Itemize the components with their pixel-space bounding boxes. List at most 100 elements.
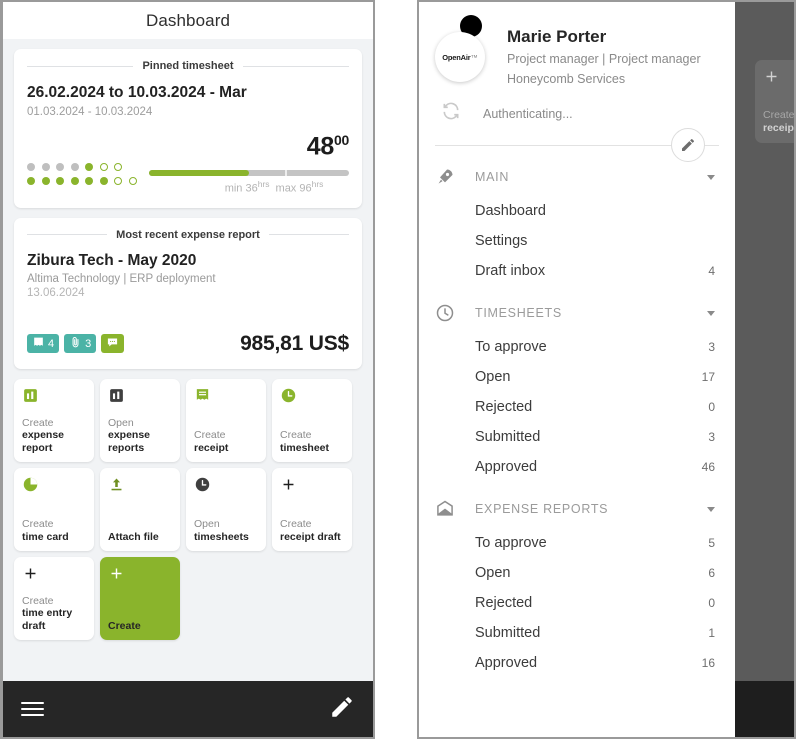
menu-item[interactable]: To approve 5 <box>435 528 719 558</box>
page-title: Dashboard <box>145 10 231 30</box>
app-bar: Dashboard <box>3 2 373 39</box>
recent-expense-report-card[interactable]: Most recent expense report Zibura Tech -… <box>14 217 362 369</box>
tile-label: Create time card <box>22 518 69 544</box>
pie-timer-icon <box>22 476 39 493</box>
hours-min-label: min 36hrs <box>224 179 270 195</box>
menu-item-count: 46 <box>701 460 715 475</box>
menu-item[interactable]: Rejected 0 <box>435 392 719 422</box>
quick-action-tile[interactable]: Create <box>100 556 180 640</box>
quick-action-tile[interactable]: Create timesheet <box>272 378 352 462</box>
tile-label: Create time entry draft <box>22 594 73 633</box>
sync-refresh-icon <box>441 101 461 126</box>
expense-report-date: 13.06.2024 <box>27 286 85 299</box>
openair-logo-text: OpenAir™ <box>442 52 478 62</box>
menu-item[interactable]: To approve 3 <box>435 332 719 362</box>
auth-status-row: Authenticating... <box>441 101 719 126</box>
pinned-timesheet-header-label: Pinned timesheet <box>142 60 234 72</box>
hours-whole: 48 <box>306 132 335 161</box>
menu-item-label: Draft inbox <box>475 263 546 280</box>
quick-action-tile[interactable]: Create receipt draft <box>272 467 352 551</box>
quick-action-tile[interactable]: Open timesheets <box>186 467 266 551</box>
upload-icon <box>108 476 125 493</box>
dimmed-create-receipt-draft-tile: Createreceipt draft <box>755 60 796 143</box>
hamburger-menu-icon[interactable] <box>21 698 44 719</box>
drawer-menu: MAIN Dashboard Settings Draft inbox 4 TIMESHE… <box>419 146 735 678</box>
dashboard-scroll-area[interactable]: Pinned timesheet 26.02.2024 to 10.03.202… <box>3 39 373 681</box>
divider-left <box>27 234 108 236</box>
left-phone-panel: Dashboard Pinned timesheet 26.02.2024 to… <box>0 0 375 739</box>
pinned-timesheet-daterange: 01.03.2024 - 10.03.2024 <box>27 105 153 118</box>
clock-icon <box>194 476 211 493</box>
menu-section-header[interactable]: MAIN <box>435 164 719 190</box>
paperclip-icon <box>69 336 82 352</box>
menu-section-title: MAIN <box>475 170 510 185</box>
day-status-dot <box>114 162 122 171</box>
menu-item-count: 17 <box>701 370 715 385</box>
quick-action-tile[interactable]: Open expense reports <box>100 378 180 462</box>
menu-section-header[interactable]: TIMESHEETS <box>435 300 719 326</box>
menu-section: MAIN Dashboard Settings Draft inbox 4 <box>435 164 719 286</box>
day-status-dots <box>27 162 137 195</box>
day-status-dot <box>56 162 64 171</box>
menu-item[interactable]: Approved 16 <box>435 648 719 678</box>
pinned-timesheet-card[interactable]: Pinned timesheet 26.02.2024 to 10.03.202… <box>14 49 362 208</box>
auth-status-text: Authenticating... <box>483 106 573 121</box>
menu-item-label: Open <box>475 369 511 386</box>
expense-badge: 3 <box>64 334 97 354</box>
tile-label: Createreceipt draft <box>763 109 796 135</box>
day-status-dot <box>41 176 50 185</box>
menu-item[interactable]: Open 17 <box>435 362 719 392</box>
tile-label: Open expense reports <box>108 416 151 455</box>
quick-action-tile[interactable]: Create receipt <box>186 378 266 462</box>
comment-icon <box>106 336 119 352</box>
expense-badge: 4 <box>27 334 60 354</box>
day-status-dot <box>99 176 108 185</box>
menu-item[interactable]: Dashboard <box>435 196 719 226</box>
menu-item-count: 3 <box>708 430 715 445</box>
clock-icon <box>435 303 455 323</box>
menu-section-header[interactable]: EXPENSE REPORTS <box>435 496 719 522</box>
quick-action-tile[interactable]: Attach file <box>100 467 180 551</box>
chevron-down-icon[interactable] <box>707 506 715 512</box>
day-status-dots-row-2 <box>27 176 137 185</box>
right-phone-panel: Createreceipt draft <box>417 0 796 739</box>
quick-action-tile-grid: Create expense report Open expense reports C… <box>14 378 362 640</box>
day-status-dot <box>85 176 93 185</box>
receipt-icon <box>32 336 45 352</box>
menu-section-title: EXPENSE REPORTS <box>475 502 609 517</box>
menu-item-label: Dashboard <box>475 203 546 220</box>
divider-right <box>242 65 350 67</box>
expense-report-header: Most recent expense report <box>27 229 349 241</box>
menu-item-count: 1 <box>708 626 715 641</box>
profile-row: OpenAir™ Marie Porter Project manager | … <box>435 14 719 88</box>
quick-action-tile[interactable]: Create expense report <box>14 378 94 462</box>
pencil-edit-icon[interactable] <box>329 694 355 725</box>
chevron-down-icon[interactable] <box>707 174 715 180</box>
day-status-dot <box>56 176 64 185</box>
chevron-down-icon[interactable] <box>707 310 715 316</box>
expense-badge-count: 3 <box>85 337 92 350</box>
menu-item-label: Open <box>475 565 511 582</box>
pinned-timesheet-title: 26.02.2024 to 10.03.2024 - Mar <box>27 84 247 101</box>
expense-report-header-label: Most recent expense report <box>116 228 260 241</box>
menu-item[interactable]: Settings <box>435 226 719 256</box>
menu-section: EXPENSE REPORTS To approve 5 Open 6 Rejected 0… <box>435 496 719 678</box>
quick-action-tile[interactable]: Create time entry draft <box>14 556 94 640</box>
menu-item-count: 0 <box>708 400 715 415</box>
menu-item-label: Settings <box>475 233 528 250</box>
profile-text: Marie Porter Project manager | Project m… <box>507 14 701 88</box>
hours-total: 4800 <box>149 132 350 161</box>
plus-icon <box>763 68 794 90</box>
profile-name: Marie Porter <box>507 27 607 46</box>
menu-item[interactable]: Approved 46 <box>435 452 719 482</box>
menu-item-label: Approved <box>475 459 538 476</box>
quick-action-tile[interactable]: Create time card <box>14 467 94 551</box>
hours-max-label: max 96hrs <box>275 179 324 195</box>
menu-item[interactable]: Rejected 0 <box>435 588 719 618</box>
menu-item[interactable]: Submitted 1 <box>435 618 719 648</box>
menu-item[interactable]: Open 6 <box>435 558 719 588</box>
menu-item[interactable]: Submitted 3 <box>435 422 719 452</box>
menu-item[interactable]: Draft inbox 4 <box>435 256 719 286</box>
day-status-dot <box>27 162 35 171</box>
avatar[interactable]: OpenAir™ <box>435 14 495 82</box>
